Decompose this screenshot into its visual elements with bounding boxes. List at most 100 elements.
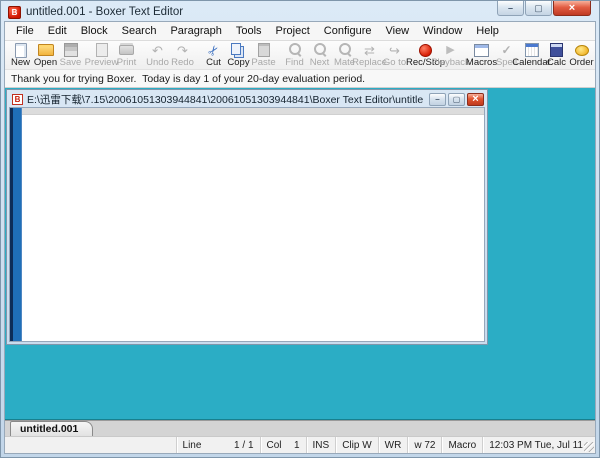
toolbar-button-next: Next	[307, 41, 332, 68]
status-macro[interactable]: Macro	[441, 437, 482, 453]
toolbar-button-open[interactable]: Open	[33, 41, 58, 68]
menu-bar: File Edit Block Search Paragraph Tools Project…	[5, 22, 595, 41]
col-label: Col	[266, 439, 282, 451]
window-title: untitled.001 - Boxer Text Editor	[26, 6, 184, 18]
toolbar-button-calc[interactable]: Calc	[544, 41, 569, 68]
close-icon	[569, 2, 575, 14]
status-clipboard[interactable]: Clip W	[335, 437, 377, 453]
document-window-controls	[427, 92, 484, 106]
toolbar-button-copy[interactable]: Copy	[226, 41, 251, 68]
menu-edit[interactable]: Edit	[41, 23, 74, 39]
toolbar-button-find: Find	[282, 41, 307, 68]
find-mate-icon	[337, 43, 353, 57]
ruler-band	[22, 108, 484, 115]
left-margin-gutter	[10, 108, 22, 341]
title-bar[interactable]: B untitled.001 - Boxer Text Editor	[4, 1, 596, 21]
copy-icon	[231, 43, 247, 57]
status-insert-mode[interactable]: INS	[305, 437, 336, 453]
toolbar-button-playback: Playback	[431, 41, 470, 68]
menu-search[interactable]: Search	[115, 23, 164, 39]
document-close-button[interactable]	[467, 92, 484, 106]
document-restore-button[interactable]	[448, 92, 465, 106]
boxer-app-icon: B	[8, 5, 21, 19]
tab-bar: untitled.001	[5, 420, 595, 436]
paste-icon	[256, 43, 272, 57]
line-value: 1 / 1	[234, 439, 254, 451]
toolbar-label: Calc	[547, 57, 567, 68]
spell-icon	[499, 43, 515, 57]
minimize-button[interactable]	[497, 1, 524, 16]
goto-icon	[387, 43, 403, 57]
tab-untitled-001[interactable]: untitled.001	[10, 421, 94, 436]
minimize-icon	[435, 95, 439, 104]
toolbar-button-replace: Replace	[352, 41, 387, 68]
status-line: Line 1 / 1	[175, 437, 260, 453]
menu-project[interactable]: Project	[269, 23, 317, 39]
app-body: File Edit Block Search Paragraph Tools Project…	[4, 21, 596, 454]
toolbar-label: Paste	[251, 57, 276, 68]
status-bar: Line 1 / 1 Col 1 INS Clip W WR w 72 Macr…	[5, 436, 595, 453]
menu-help[interactable]: Help	[469, 23, 506, 39]
close-button[interactable]	[553, 1, 591, 16]
toolbar-button-preview: Preview	[85, 41, 119, 68]
menu-paragraph[interactable]: Paragraph	[163, 23, 228, 39]
calc-icon	[549, 43, 565, 57]
toolbar-label: Print	[116, 57, 137, 68]
maximize-icon	[534, 3, 543, 14]
print-icon	[119, 43, 135, 57]
toolbar-label: New	[11, 57, 31, 68]
document-minimize-button[interactable]	[429, 92, 446, 106]
message-bar: Thank you for trying Boxer. Today is day…	[5, 70, 595, 88]
resize-grip[interactable]	[584, 442, 594, 452]
toolbar-button-cut[interactable]: Cut	[201, 41, 226, 68]
menu-view[interactable]: View	[378, 23, 416, 39]
macros-icon	[474, 43, 490, 57]
line-label: Line	[182, 439, 202, 451]
status-datetime: 12:03 PM Tue, Jul 11	[482, 437, 595, 453]
undo-icon	[150, 43, 166, 57]
toolbar: NewOpenSavePreviewPrint UndoRedo Cut CopyPa…	[5, 41, 595, 70]
toolbar-label: Save	[59, 57, 82, 68]
toolbar-label: Order	[569, 57, 594, 68]
menu-window[interactable]: Window	[416, 23, 469, 39]
minimize-icon	[508, 3, 513, 13]
record-icon	[418, 43, 434, 57]
toolbar-button-calendar[interactable]: Calendar	[512, 41, 551, 68]
document-icon: B	[12, 93, 23, 105]
text-edit-area[interactable]	[22, 108, 484, 341]
restore-icon	[453, 95, 461, 104]
order-icon	[574, 43, 590, 57]
toolbar-label: Cut	[206, 57, 221, 68]
datetime-value: 12:03 PM Tue, Jul 11	[489, 439, 583, 451]
toolbar-label: Undo	[146, 57, 169, 68]
playback-icon	[443, 43, 459, 57]
menu-block[interactable]: Block	[74, 23, 115, 39]
toolbar-label: Open	[33, 57, 58, 68]
menu-configure[interactable]: Configure	[317, 23, 379, 39]
toolbar-label: Playback	[431, 57, 470, 68]
toolbar-button-undo: Undo	[145, 41, 170, 68]
find-next-icon	[312, 43, 328, 57]
toolbar-label: Go to	[382, 57, 407, 68]
document-title: E:\迅雷下载\7.15\20061051303944841\200610513…	[27, 93, 423, 106]
mdi-workspace: B E:\迅雷下载\7.15\20061051303944841\2006105…	[5, 88, 595, 420]
toolbar-label: Next	[309, 57, 330, 68]
menu-file[interactable]: File	[9, 23, 41, 39]
new-page-icon	[13, 43, 29, 57]
preview-icon	[94, 43, 110, 57]
maximize-button[interactable]	[525, 1, 552, 16]
toolbar-button-print: Print	[114, 41, 139, 68]
toolbar-label: Redo	[171, 57, 194, 68]
document-window: B E:\迅雷下载\7.15\20061051303944841\2006105…	[6, 89, 488, 345]
toolbar-button-go-to: Go to	[382, 41, 407, 68]
status-column: Col 1	[259, 437, 306, 453]
status-wrap-width[interactable]: w 72	[407, 437, 441, 453]
toolbar-button-macros[interactable]: Macros	[466, 41, 497, 68]
toolbar-button-new[interactable]: New	[8, 41, 33, 68]
toolbar-button-order[interactable]: Order	[569, 41, 594, 68]
save-floppy-icon	[63, 43, 79, 57]
menu-tools[interactable]: Tools	[229, 23, 269, 39]
document-title-bar[interactable]: B E:\迅雷下载\7.15\20061051303944841\2006105…	[9, 90, 485, 107]
status-word-wrap[interactable]: WR	[377, 437, 408, 453]
find-icon	[287, 43, 303, 57]
